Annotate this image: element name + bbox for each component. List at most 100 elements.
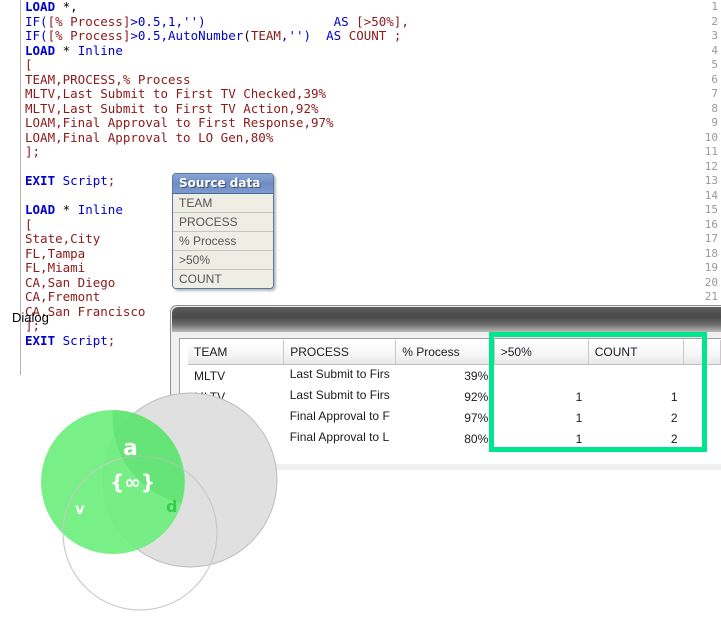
code-line[interactable]: FL,Miami xyxy=(25,261,85,276)
code-line[interactable]: LOAD *, xyxy=(25,0,78,15)
code-token: LOAD xyxy=(25,202,55,217)
table-row[interactable]: MLTVLast Submit to First92%11 xyxy=(188,386,721,407)
table-cell: 1 xyxy=(494,407,588,428)
line-number: 6 xyxy=(700,73,718,88)
line-number: 13 xyxy=(700,174,718,189)
code-token xyxy=(311,28,326,43)
source-data-panel[interactable]: Source data TEAMPROCESS% Process>50%COUN… xyxy=(172,173,274,289)
venn-glyph-a: a xyxy=(123,436,138,461)
table-cell: 2 xyxy=(588,407,683,428)
source-data-field[interactable]: % Process xyxy=(173,232,273,251)
table-row[interactable]: LOAMFinal Approval to F97%12 xyxy=(188,407,721,428)
source-data-field[interactable]: TEAM xyxy=(173,194,273,213)
code-line[interactable]: EXIT Script; xyxy=(25,174,115,189)
line-number: 11 xyxy=(700,145,718,160)
code-line[interactable]: MLTV,Last Submit to First TV Checked,39% xyxy=(25,87,326,102)
code-line[interactable]: IF([% Process]>0.5,AutoNumber(TEAM,'') A… xyxy=(25,29,401,44)
code-token: >0.5, xyxy=(130,28,168,43)
code-token xyxy=(206,14,334,29)
table-column-header[interactable] xyxy=(684,340,721,365)
line-number: 8 xyxy=(700,102,718,117)
table-cell: 97% xyxy=(396,407,495,428)
code-token: Script xyxy=(63,333,108,348)
code-token: COUNT xyxy=(349,28,387,43)
table-column-header[interactable]: COUNT xyxy=(588,340,683,365)
code-line[interactable]: LOAM,Final Approval to First Response,97… xyxy=(25,116,334,131)
code-token: EXIT xyxy=(25,173,55,188)
code-token: MLTV,Last Submit to First TV Action,92% xyxy=(25,101,319,116)
code-token: LOAM,Final Approval to First Response,97… xyxy=(25,115,334,130)
source-data-title: Source data xyxy=(173,174,273,194)
code-token: CA,Fremont xyxy=(25,289,100,304)
table-column-header[interactable]: % Process xyxy=(396,340,495,365)
table-cell xyxy=(684,365,721,387)
line-number: 12 xyxy=(700,160,718,175)
code-line[interactable]: [ xyxy=(25,58,33,73)
venn-glyph-d: d xyxy=(166,497,177,516)
table-header: TEAMPROCESS% Process>50%COUNT xyxy=(188,340,721,365)
code-token: [>50%], xyxy=(356,14,409,29)
code-line[interactable]: LOAD * Inline xyxy=(25,203,123,218)
source-data-field-list[interactable]: TEAMPROCESS% Process>50%COUNT xyxy=(173,194,273,288)
table-cell: 80% xyxy=(396,428,495,449)
code-token: * xyxy=(55,202,78,217)
code-line[interactable]: State,City xyxy=(25,232,100,247)
line-number: 21 xyxy=(700,290,718,305)
code-token xyxy=(55,333,63,348)
line-number: 14 xyxy=(700,189,718,204)
table-cell xyxy=(684,428,721,449)
code-line[interactable]: [ xyxy=(25,218,33,233)
code-token: [% Process] xyxy=(48,28,131,43)
table-cell: Last Submit to First xyxy=(284,365,396,387)
code-line[interactable]: TEAM,PROCESS,% Process xyxy=(25,73,191,88)
code-token: LOAD xyxy=(25,43,55,58)
code-token: TEAM,PROCESS,% Process xyxy=(25,72,191,87)
result-table[interactable]: TEAMPROCESS% Process>50%COUNT MLTVLast S… xyxy=(188,340,721,449)
table-cell: LOAM xyxy=(188,407,284,428)
code-line[interactable]: MLTV,Last Submit to First TV Action,92% xyxy=(25,102,319,117)
table-column-header[interactable]: TEAM xyxy=(188,340,284,365)
code-line[interactable]: ]; xyxy=(25,145,40,160)
code-line[interactable]: LOAD * Inline xyxy=(25,44,123,59)
code-token: [ xyxy=(25,217,33,232)
table-cell: 1 xyxy=(494,386,588,407)
table-body[interactable]: MLTVLast Submit to First39%MLTVLast Subm… xyxy=(188,365,721,450)
code-line[interactable]: CA,San Diego xyxy=(25,276,115,291)
table-cell: 1 xyxy=(588,386,683,407)
venn-glyph-infinity: {∞} xyxy=(110,470,155,494)
table-row[interactable]: MLTVLast Submit to First39% xyxy=(188,365,721,387)
line-number: 1 xyxy=(700,0,718,15)
code-line[interactable]: EXIT Script; xyxy=(25,334,115,349)
line-number: 19 xyxy=(700,261,718,276)
code-token: EXIT xyxy=(25,333,55,348)
code-token: Inline xyxy=(78,43,123,58)
dialog-titlebar[interactable] xyxy=(172,307,721,332)
code-line[interactable]: LOAM,Final Approval to LO Gen,80% xyxy=(25,131,273,146)
code-token: IF( xyxy=(25,28,48,43)
line-number: 4 xyxy=(700,44,718,59)
venn-circle-bottom xyxy=(63,456,217,610)
source-data-field[interactable]: COUNT xyxy=(173,270,273,288)
table-cell: Final Approval to L xyxy=(284,428,396,449)
code-token: AutoNumber xyxy=(168,28,243,43)
code-token xyxy=(55,173,63,188)
table-cell: Final Approval to F xyxy=(284,407,396,428)
table-cell: 1 xyxy=(494,428,588,449)
code-line[interactable]: IF([% Process]>0.5,1,'') AS [>50%], xyxy=(25,15,409,30)
code-token: AS xyxy=(326,28,341,43)
dialog-title-label: Dialog xyxy=(12,310,49,325)
table-row[interactable]: LOAMFinal Approval to L80%12 xyxy=(188,428,721,449)
code-token: ]; xyxy=(25,144,40,159)
code-token: ; xyxy=(386,28,401,43)
source-data-field[interactable]: >50% xyxy=(173,251,273,270)
table-column-header[interactable]: >50% xyxy=(494,340,588,365)
source-data-field[interactable]: PROCESS xyxy=(173,213,273,232)
code-token: AS xyxy=(334,14,349,29)
code-line[interactable]: FL,Tampa xyxy=(25,247,85,262)
table-column-header[interactable]: PROCESS xyxy=(284,340,396,365)
process-cell-text: Last Submit to First xyxy=(290,388,390,402)
table-cell xyxy=(684,386,721,407)
venn-circle-green-left xyxy=(41,410,185,554)
code-line[interactable]: CA,Fremont xyxy=(25,290,100,305)
code-token: IF( xyxy=(25,14,48,29)
